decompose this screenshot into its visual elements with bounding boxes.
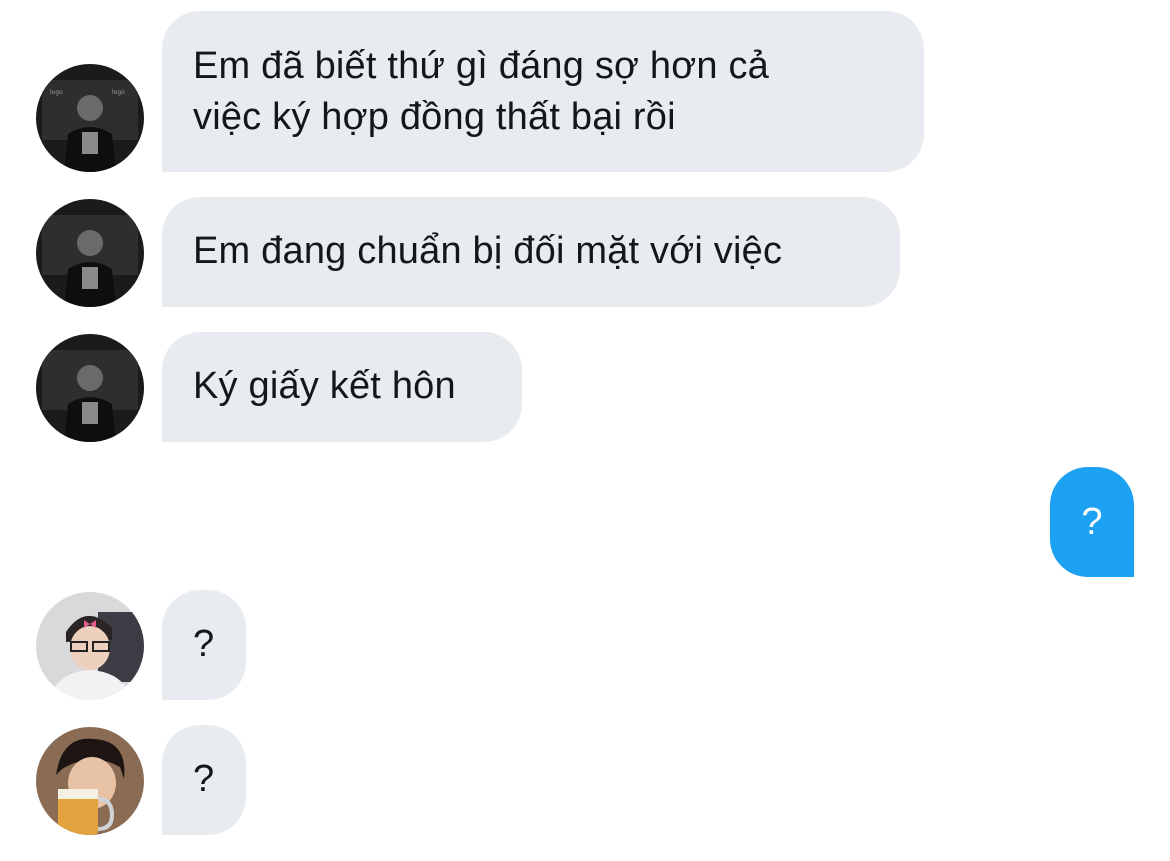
message-bubble-outgoing[interactable]: ?: [1050, 467, 1134, 577]
message-bubble-incoming[interactable]: Em đang chuẩn bị đối mặt với việc: [162, 197, 900, 307]
avatar-sender-a[interactable]: [36, 199, 144, 307]
message-text: việc ký hợp đồng thất bại rồi: [193, 96, 676, 138]
avatar-photo-c: [36, 727, 144, 835]
avatar-photo-a: logo logo: [36, 64, 144, 172]
svg-text:logo: logo: [50, 89, 63, 96]
avatar-sender-c[interactable]: [36, 727, 144, 835]
avatar-sender-a[interactable]: logo logo: [36, 64, 144, 172]
message-text: ?: [193, 623, 215, 665]
svg-text:logo: logo: [112, 89, 125, 96]
message-text: ?: [1081, 501, 1103, 543]
message-bubble-incoming[interactable]: Ký giấy kết hôn: [162, 332, 522, 442]
message-bubble-incoming[interactable]: Em đã biết thứ gì đáng sợ hơn cả việc ký…: [162, 11, 924, 172]
message-text: Em đã biết thứ gì đáng sợ hơn cả: [193, 45, 769, 87]
message-bubble-incoming[interactable]: ?: [162, 725, 246, 835]
avatar-sender-a[interactable]: [36, 334, 144, 442]
avatar-photo-a: [36, 334, 144, 442]
message-text: Ký giấy kết hôn: [193, 365, 456, 407]
avatar-sender-b[interactable]: [36, 592, 144, 700]
avatar-photo-b: [36, 592, 144, 700]
message-text: ?: [193, 758, 215, 800]
message-bubble-incoming[interactable]: ?: [162, 590, 246, 700]
avatar-photo-a: [36, 199, 144, 307]
message-text: Em đang chuẩn bị đối mặt với việc: [193, 230, 783, 272]
